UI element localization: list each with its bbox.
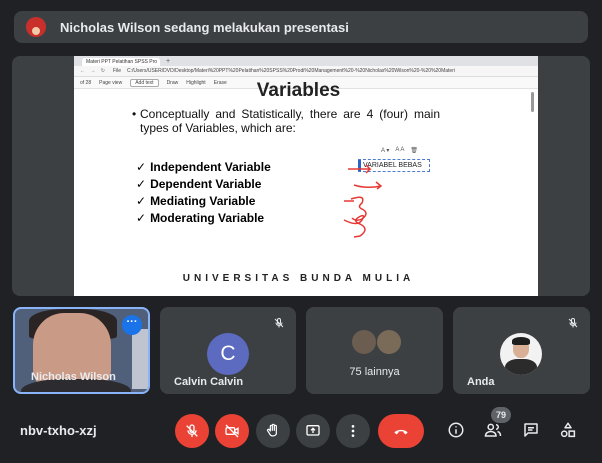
tile-calvin[interactable]: C Calvin Calvin <box>160 307 296 394</box>
toggle-camera-button[interactable] <box>215 414 249 448</box>
hand-icon <box>266 423 277 437</box>
avatar <box>376 329 402 355</box>
tile-presenter[interactable]: ··· Nicholas Wilson <box>13 307 150 394</box>
address-bar: ← → ↻ File C:/Users/USER/DVD/Desktop/Mat… <box>74 66 538 77</box>
meeting-code: nbv-txho-xzj <box>20 423 97 438</box>
shared-browser-window: Materi PPT Pelatihan SPSS Pro + ← → ↻ Fi… <box>74 56 538 296</box>
browser-tabstrip: Materi PPT Pelatihan SPSS Pro + <box>74 56 538 66</box>
background-poster <box>132 329 148 389</box>
browser-tab: Materi PPT Pelatihan SPSS Pro <box>82 58 160 66</box>
participant-name: Nicholas Wilson <box>31 371 116 383</box>
chat-icon <box>524 423 538 437</box>
people-icon <box>484 423 502 437</box>
address-url: C:/Users/USER/DVD/Desktop/Materi%20PPT%2… <box>127 68 455 74</box>
info-icon <box>448 422 464 438</box>
presenter-avatar <box>26 17 46 37</box>
new-tab-icon: + <box>166 58 171 65</box>
camera-off-icon <box>225 424 239 438</box>
banner-text: Nicholas Wilson sedang melakukan present… <box>60 19 349 35</box>
more-options-icon[interactable]: ··· <box>122 315 142 335</box>
raise-hand-button[interactable] <box>256 414 290 448</box>
others-count-label: 75 lainnya <box>349 366 400 378</box>
red-ink-annotation <box>343 164 383 238</box>
scrollbar <box>531 92 534 112</box>
address-prefix: File <box>112 68 122 74</box>
avatar: C <box>207 333 249 375</box>
mic-off-icon <box>568 317 578 328</box>
more-vert-icon <box>351 425 355 437</box>
presentation-banner: Nicholas Wilson sedang melakukan present… <box>14 11 588 43</box>
present-icon <box>306 425 320 436</box>
avatar <box>500 333 542 375</box>
pdf-pageview: Page view <box>99 79 123 86</box>
mic-off-icon <box>186 424 198 437</box>
participant-name: Calvin Calvin <box>174 376 244 388</box>
nav-arrows-icon: ← → ↻ <box>80 68 107 74</box>
activities-button[interactable] <box>557 419 579 441</box>
presentation-stage[interactable]: Materi PPT Pelatihan SPSS Pro + ← → ↻ Fi… <box>12 56 590 296</box>
chat-button[interactable] <box>520 419 542 441</box>
activities-icon <box>560 422 576 438</box>
avatar <box>351 329 377 355</box>
tile-self[interactable]: Anda <box>453 307 590 394</box>
tile-others[interactable]: 75 lainnya <box>306 307 443 394</box>
mic-off-icon <box>274 317 284 328</box>
meeting-details-button[interactable] <box>445 419 467 441</box>
participant-count-badge: 79 <box>491 407 511 423</box>
participant-name: Anda <box>467 376 495 388</box>
hang-up-icon <box>394 429 408 435</box>
leave-call-button[interactable] <box>378 414 424 448</box>
pdf-page-count: of 28 <box>80 79 92 86</box>
more-options-button[interactable] <box>336 414 370 448</box>
present-screen-button[interactable] <box>296 414 330 448</box>
toggle-mic-button[interactable] <box>175 414 209 448</box>
